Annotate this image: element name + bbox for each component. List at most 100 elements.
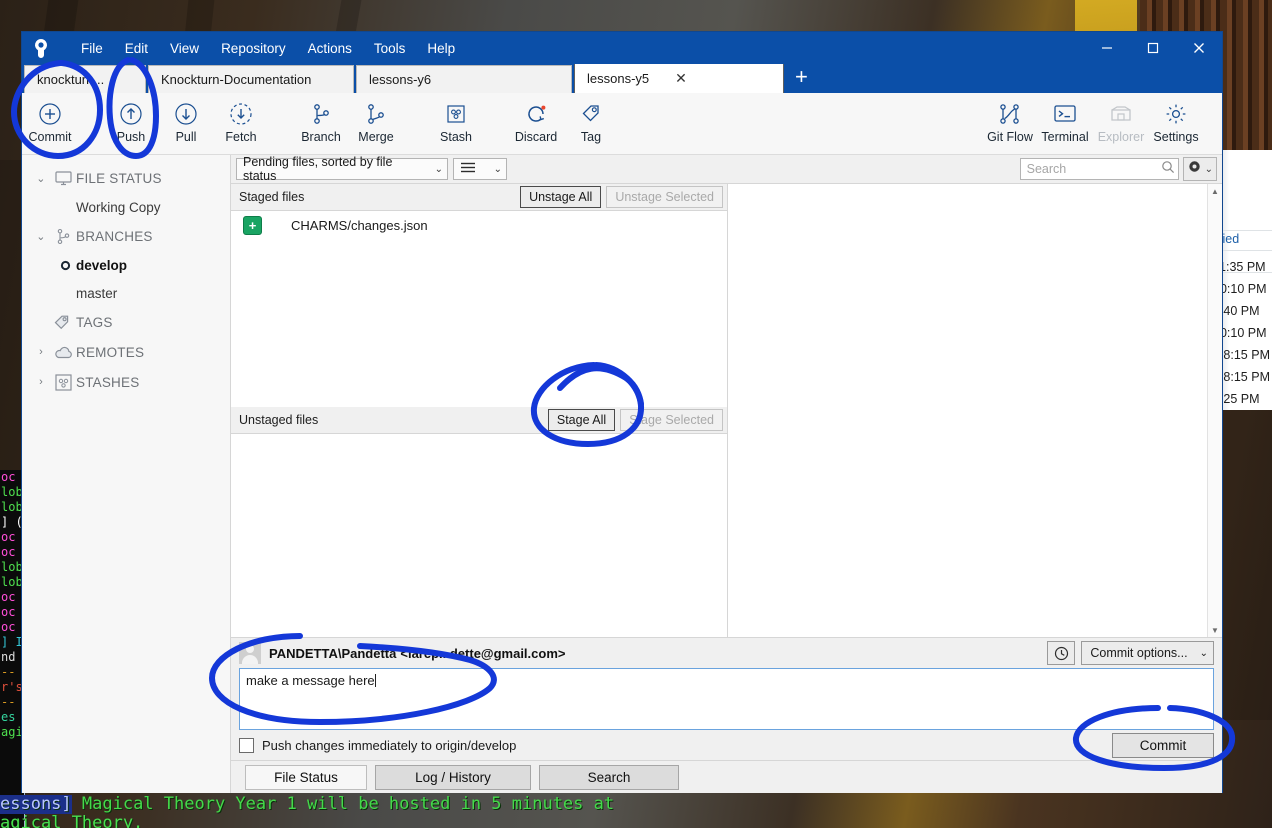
menu-repository[interactable]: Repository (210, 37, 297, 60)
commit-options-label: Commit options... (1090, 646, 1188, 660)
toolbar-fetch-button[interactable]: Fetch (208, 99, 274, 144)
settings-dropdown-button[interactable]: ⌄ (1182, 157, 1217, 181)
avatar-body (242, 655, 258, 664)
sidebar-item-working-copy[interactable]: Working Copy (22, 193, 230, 221)
commit-author-email: <larep...dette@gmail.com> (400, 645, 566, 661)
tab-file-status[interactable]: File Status (245, 764, 367, 790)
diff-scrollbar[interactable]: ▲ ▼ (1207, 184, 1222, 637)
commit-author-row: PANDETTA\Pandetta <larep...dette@gmail.c… (239, 638, 1214, 668)
console-line: -- (1, 665, 16, 679)
scroll-up-icon[interactable]: ▲ (1208, 184, 1222, 198)
toolbar-label: Settings (1153, 130, 1199, 144)
sidebar-branch-label: develop (76, 257, 128, 273)
file-path-label: CHARMS/changes.json (291, 217, 428, 233)
tab-close-icon[interactable]: ✕ (675, 70, 687, 87)
tab-knockturn[interactable]: knockturn... (24, 65, 146, 93)
console-line: lob (1, 560, 23, 574)
explorer-timestamp: 10:10 PM (1216, 282, 1267, 296)
maximize-icon[interactable] (1130, 32, 1176, 64)
unstaged-files-list[interactable] (231, 434, 727, 637)
menu-edit[interactable]: Edit (114, 37, 159, 60)
sidebar-branch-develop[interactable]: develop (22, 251, 230, 279)
explorer-column-header: fied (1219, 232, 1240, 246)
toolbar-merge-button[interactable]: Merge (343, 99, 409, 144)
console-line: -- (1, 695, 16, 709)
chevron-right-icon[interactable]: › (32, 346, 50, 358)
staged-files-list[interactable]: + CHARMS/changes.json (231, 211, 727, 407)
tab-search[interactable]: Search (539, 764, 679, 790)
chevron-down-icon[interactable]: ⌄ (32, 230, 50, 243)
tab-knockturn-documentation[interactable]: Knockturn-Documentation (148, 65, 354, 93)
branch-icon (50, 228, 76, 245)
sidebar-group-tags[interactable]: TAGS (22, 307, 230, 337)
game-chat-line-2: agical Theory. (0, 813, 144, 828)
menu-actions[interactable]: Actions (297, 37, 363, 60)
sidebar-group-branches[interactable]: ⌄ BRANCHES (22, 221, 230, 251)
unstage-all-button[interactable]: Unstage All (520, 186, 602, 208)
commit-actions: Commit options... ⌄ (1047, 641, 1214, 665)
push-option-row: Push changes immediately to origin/devel… (239, 730, 1214, 760)
push-immediately-checkbox[interactable] (239, 737, 254, 753)
tab-log-history[interactable]: Log / History (375, 764, 531, 790)
fetch-dashed-circle-icon (208, 99, 274, 129)
scroll-down-icon[interactable]: ▼ (1208, 623, 1222, 637)
clock-history-icon[interactable] (1047, 641, 1076, 665)
chevron-down-icon[interactable]: ⌄ (32, 172, 50, 185)
console-line: r's (1, 680, 23, 694)
avatar (239, 642, 261, 664)
file-status-added-icon: + (243, 215, 262, 235)
sidebar-group-label: TAGS (76, 314, 113, 330)
view-mode-select[interactable]: ⌄ (453, 158, 507, 180)
explorer-timestamp: 7 8:15 PM (1216, 370, 1270, 384)
staged-file-row[interactable]: + CHARMS/changes.json (231, 211, 727, 239)
console-line: oc (1, 605, 16, 619)
bottom-tab-bar: File Status Log / History Search (231, 760, 1222, 793)
push-immediately-label: Push changes immediately to origin/devel… (262, 737, 517, 753)
sidebar-branch-master[interactable]: master (22, 279, 230, 307)
sourcetree-logo-icon (28, 36, 54, 60)
diff-pane[interactable]: ▲ ▼ (728, 184, 1222, 637)
tab-lessons-y5[interactable]: lessons-y5 ✕ (574, 63, 784, 93)
sidebar-group-stashes[interactable]: › STASHES (22, 367, 230, 397)
staged-files-header: Staged files Unstage All Unstage Selecte… (231, 184, 727, 211)
toolbar-tag-button[interactable]: Tag (558, 99, 624, 144)
tag-icon (558, 99, 624, 129)
tab-label: lessons-y5 (587, 71, 650, 86)
menu-help[interactable]: Help (416, 37, 466, 60)
toolbar-label: Fetch (225, 130, 257, 144)
merge-icon (343, 99, 409, 129)
stage-all-button[interactable]: Stage All (547, 409, 616, 431)
commit-area: PANDETTA\Pandetta <larep...dette@gmail.c… (231, 637, 1222, 760)
console-line: lob (1, 500, 23, 514)
console-line: oc (1, 530, 16, 544)
tab-lessons-y6[interactable]: lessons-y6 (356, 65, 572, 93)
minimize-icon[interactable] (1084, 32, 1130, 64)
toolbar-stash-button[interactable]: Stash (423, 99, 489, 144)
pending-files-mode-select[interactable]: Pending files, sorted by file status ⌄ (236, 155, 448, 183)
menu-file[interactable]: File (70, 37, 114, 60)
commit-options-dropdown[interactable]: Commit options... ⌄ (1081, 641, 1214, 665)
commit-button[interactable]: Commit (1112, 732, 1214, 758)
explorer-timestamp: 4:40 PM (1216, 304, 1260, 318)
sidebar-group-remotes[interactable]: › REMOTES (22, 337, 230, 367)
toolbar-settings-button[interactable]: Settings (1143, 99, 1209, 144)
toolbar-commit-button[interactable]: Commit (17, 99, 83, 144)
filter-bar: Pending files, sorted by file status ⌄ ⌄… (231, 155, 1222, 184)
main-toolbar: Commit Push Pull Fetch Branch Merge Stas… (22, 93, 1222, 155)
repository-tab-strip: knockturn... Knockturn-Documentation les… (22, 63, 1222, 93)
toolbar-label: Merge (358, 130, 394, 144)
background-explorer-window[interactable]: fied 11:35 PM 10:10 PM 4:40 PM 10:10 PM … (1216, 150, 1272, 410)
menu-tools[interactable]: Tools (363, 37, 417, 60)
search-input[interactable]: Search (1019, 158, 1179, 180)
new-tab-button[interactable]: + (786, 66, 817, 91)
pending-files-mode-value: Pending files, sorted by file status (243, 155, 393, 183)
search-area: Search ⌄ (1019, 157, 1217, 181)
chevron-right-icon[interactable]: › (32, 376, 50, 388)
content-area: Pending files, sorted by file status ⌄ ⌄… (231, 155, 1222, 793)
close-icon[interactable] (1176, 32, 1222, 64)
cloud-icon (50, 346, 76, 359)
sidebar-group-file-status[interactable]: ⌄ FILE STATUS (22, 163, 230, 193)
console-line: oc (1, 620, 16, 634)
menu-view[interactable]: View (159, 37, 210, 60)
commit-message-input[interactable]: make a message here (239, 668, 1214, 730)
